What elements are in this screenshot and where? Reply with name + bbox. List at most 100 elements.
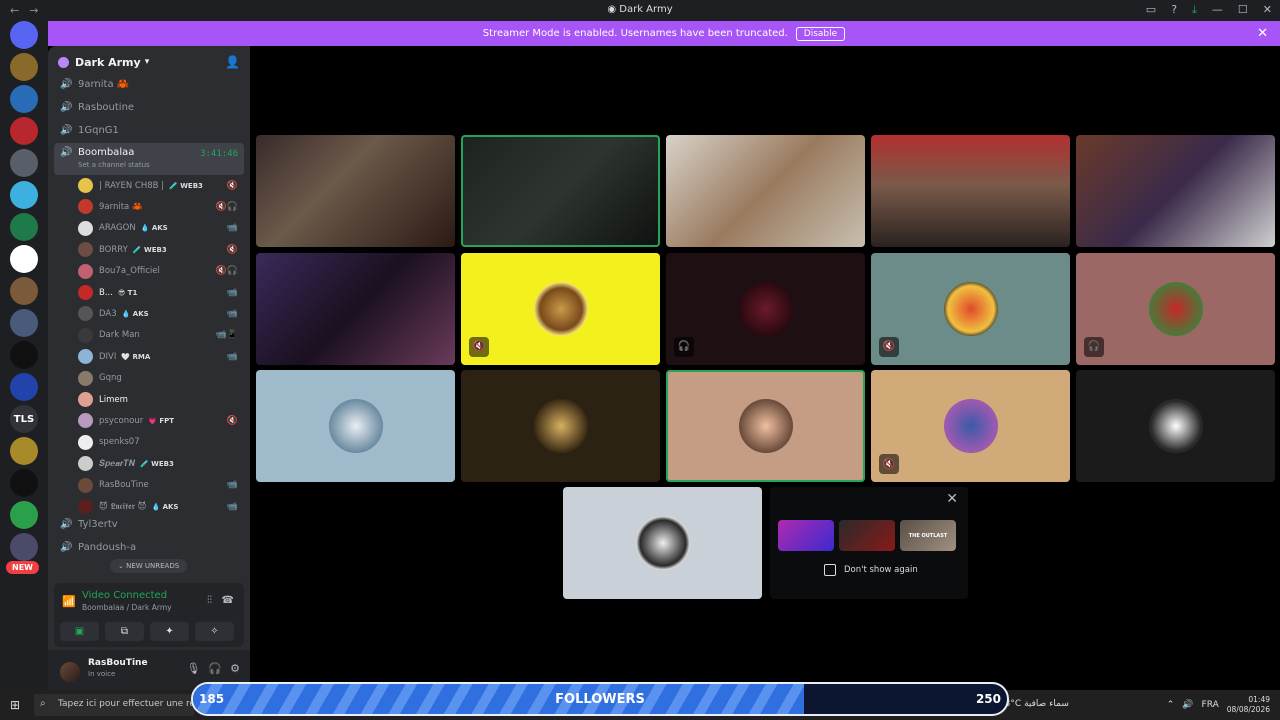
screen-share-button[interactable]: ⧉ xyxy=(105,622,144,641)
video-tile[interactable] xyxy=(666,135,865,247)
new-servers-pill[interactable]: NEW xyxy=(6,561,39,574)
server-icon[interactable] xyxy=(10,21,38,49)
server-icon[interactable]: TLS xyxy=(10,405,38,433)
new-unreads-pill[interactable]: ⌄ NEW UNREADS xyxy=(110,559,188,573)
server-icon[interactable] xyxy=(10,533,38,561)
voice-user[interactable]: 9arnita 🦀 🔇🎧 xyxy=(78,196,242,217)
voice-user[interactable]: Dark Man 📹📱 xyxy=(78,325,242,346)
muted-icon: 🔇 xyxy=(469,336,489,357)
dont-show-again-label[interactable]: Don't show again xyxy=(844,565,918,575)
voice-channel-active[interactable]: 🔊 Boombalaa 3:41:46 Set a channel status xyxy=(54,143,244,175)
download-icon[interactable]: ⤓ xyxy=(1192,3,1197,17)
gear-icon[interactable]: ⚙ xyxy=(230,662,240,675)
voice-channel[interactable]: 🔊 9arnita 🦀 xyxy=(54,74,244,94)
server-icon[interactable] xyxy=(10,213,38,241)
disconnect-icon[interactable]: ☎ xyxy=(222,595,234,606)
speaker-icon[interactable]: 🔊 xyxy=(1182,700,1193,710)
taskbar-search[interactable]: ⌕ Tapez ici pour effectuer une recherche xyxy=(34,694,194,716)
video-tile[interactable]: 🔇 xyxy=(871,252,1070,365)
help-icon[interactable]: ? xyxy=(1171,3,1177,17)
close-window-button[interactable]: ✕ xyxy=(1263,3,1272,17)
video-tile[interactable]: 🔇 xyxy=(461,252,660,365)
server-icon[interactable] xyxy=(10,373,38,401)
video-tile[interactable] xyxy=(1076,370,1275,482)
voice-user[interactable]: RasBouTine 📹 xyxy=(78,475,242,496)
inbox-icon[interactable]: ▭ xyxy=(1146,3,1156,17)
muted-icon: 🎧 xyxy=(1084,336,1104,357)
server-icon[interactable] xyxy=(10,277,38,305)
maximize-button[interactable]: ☐ xyxy=(1238,3,1248,17)
user-name[interactable]: RasBouTine xyxy=(88,658,148,668)
video-tile[interactable] xyxy=(871,135,1070,247)
voice-user[interactable]: | RAYEN CH8B | 🧪 WEB3 🔇 xyxy=(78,175,242,196)
close-icon[interactable]: ✕ xyxy=(1257,26,1268,41)
headphones-icon[interactable]: 🎧 xyxy=(208,662,222,675)
video-tile[interactable] xyxy=(1076,135,1275,247)
voice-user[interactable]: ARAGON 💧 AKS 📹 xyxy=(78,218,242,239)
video-tile[interactable] xyxy=(461,135,660,247)
signal-icon[interactable]: 📶 xyxy=(62,595,76,608)
language-indicator[interactable]: FRA xyxy=(1202,700,1219,710)
activities-button[interactable]: ✦ xyxy=(150,622,189,641)
server-icon[interactable] xyxy=(10,341,38,369)
voice-user[interactable]: DA3 💧 AKS 📹 xyxy=(78,303,242,324)
video-tile[interactable] xyxy=(256,252,455,365)
voice-state-icon: 🔇 xyxy=(226,415,238,426)
noise-suppression-icon[interactable]: ⫶⫶ xyxy=(207,595,212,606)
tray-overflow-icon[interactable]: ⌃ xyxy=(1167,700,1175,710)
server-icon[interactable] xyxy=(10,149,38,177)
voice-user[interactable]: spenks07 xyxy=(78,432,242,453)
activity-thumbnail[interactable]: THE OUTLAST xyxy=(900,520,956,551)
video-tile[interactable] xyxy=(256,370,455,482)
voice-status-title[interactable]: Video Connected xyxy=(82,590,167,601)
voice-user[interactable]: Gqng xyxy=(78,368,242,389)
channel-name: Rasboutine xyxy=(78,101,135,113)
server-icon[interactable] xyxy=(10,309,38,337)
voice-user[interactable]: B... 😎 T1 📹 xyxy=(78,282,242,303)
server-icon[interactable] xyxy=(10,117,38,145)
invite-people-icon[interactable]: 👤 xyxy=(225,55,240,69)
voice-channel[interactable]: 🔊 Tyl3ertv xyxy=(54,514,244,534)
minimize-button[interactable]: — xyxy=(1212,3,1223,17)
camera-button[interactable]: ▣ xyxy=(60,622,99,641)
server-icon[interactable] xyxy=(10,437,38,465)
server-icon[interactable] xyxy=(10,501,38,529)
disable-streamer-button[interactable]: Disable xyxy=(795,26,846,41)
channel-status[interactable]: Set a channel status xyxy=(78,161,150,169)
server-icon[interactable] xyxy=(10,181,38,209)
video-tile[interactable] xyxy=(461,370,660,482)
voice-user[interactable]: Limem xyxy=(78,389,242,410)
windows-start-icon[interactable]: ⊞ xyxy=(10,698,20,712)
video-tile-focus[interactable] xyxy=(563,487,762,599)
video-tile[interactable] xyxy=(256,135,455,247)
microphone-icon[interactable]: 🎙 xyxy=(186,662,200,675)
avatar[interactable] xyxy=(60,662,80,682)
activity-thumbnail[interactable] xyxy=(839,520,895,551)
avatar xyxy=(78,285,93,300)
voice-channel[interactable]: 🔊 1GqnG1 xyxy=(54,120,244,140)
activity-thumbnail[interactable] xyxy=(778,520,834,551)
video-tile[interactable]: 🔇 xyxy=(871,370,1070,482)
voice-channel[interactable]: 🔊 Rasboutine xyxy=(54,97,244,117)
voice-channel-path[interactable]: Boombalaa / Dark Army xyxy=(82,603,172,612)
close-icon[interactable]: ✕ xyxy=(946,491,958,507)
soundboard-button[interactable]: ✧ xyxy=(195,622,234,641)
dont-show-again-checkbox[interactable] xyxy=(824,564,836,576)
voice-channel[interactable]: 🔊 Pandoush-a xyxy=(54,537,244,557)
server-icon[interactable] xyxy=(10,245,38,273)
voice-user[interactable]: BORRY 🧪 WEB3 🔇 xyxy=(78,239,242,260)
voice-user[interactable]: DIVI 🤍 RMA 📹 xyxy=(78,346,242,367)
video-tile[interactable] xyxy=(666,370,865,482)
avatar xyxy=(78,434,93,450)
user-status: In voice xyxy=(88,670,116,678)
voice-user-name: Dark Man xyxy=(99,330,140,341)
server-icon[interactable] xyxy=(10,85,38,113)
voice-user[interactable]: Bou7a_Officiel 🔇🎧 xyxy=(78,261,242,282)
server-icon[interactable] xyxy=(10,53,38,81)
video-tile[interactable]: 🎧 xyxy=(666,252,865,365)
voice-user[interactable]: psyconour 💗 FPT 🔇 xyxy=(78,410,242,431)
server-icon[interactable] xyxy=(10,469,38,497)
video-tile[interactable]: 🎧 xyxy=(1076,252,1275,365)
voice-user[interactable]: 𝑺𝒑𝒆𝒂𝒓𝑻𝑵 🧪 WEB3 xyxy=(78,453,242,474)
clock[interactable]: 01:49 08/08/2026 xyxy=(1227,695,1270,715)
